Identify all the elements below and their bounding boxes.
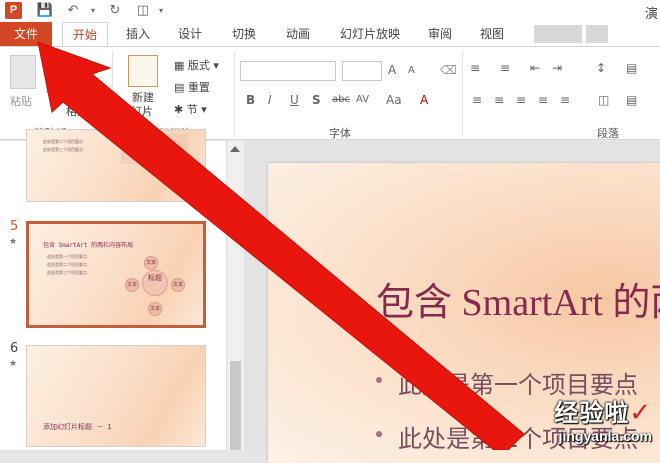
tab-insert[interactable]: 插入 [116,22,160,46]
watermark-text: 经验啦✓ [554,393,652,428]
font-name-select[interactable] [240,61,336,81]
thumbnail-title: 添加幻灯片标题 － 1 [43,423,112,431]
tab-file[interactable]: 文件 [0,22,52,46]
scrollbar-thumb[interactable] [230,361,241,450]
redo-icon[interactable]: ↻ [106,2,124,20]
tab-animations[interactable]: 动画 [276,22,320,46]
section-label: 节 [186,103,198,116]
slide-title[interactable]: 包含 SmartArt 的两栏内容布局 [376,271,660,326]
shrink-font-icon[interactable]: A [408,65,415,76]
watermark: 经验啦✓ jingyanla.com [554,393,652,444]
tab-view[interactable]: 视图 [470,22,514,46]
bold-button[interactable]: B [246,93,255,107]
underline-button[interactable]: U [290,93,299,107]
tab-slideshow[interactable]: 幻灯片放映 [334,22,406,46]
paragraph-group-label: 段落 [597,127,619,140]
format-painter-button[interactable]: 格式 [66,103,88,119]
font-group-label: 字体 [329,127,351,140]
bullet-dot-icon [376,431,382,437]
thumbnail-bullet: 此处是第二个项目要点 [47,262,87,267]
thumbnail-bullet: 此处是第三个项目要点 [47,270,87,275]
layout-button[interactable]: ▦ 版式 ▾ [174,57,219,73]
thumbnail-shape [121,134,187,164]
undo-dropdown-icon[interactable]: ▾ [84,2,102,20]
bullet-dot-icon [376,377,382,383]
change-case-button[interactable]: Aa [386,93,402,107]
smartart-node: 文本 [125,278,139,292]
reset-button[interactable]: ▤ 重置 [174,79,210,95]
font-color-button[interactable]: A [420,93,428,107]
tab-hidden-2 [586,25,608,43]
bullets-icon[interactable]: ≡ [470,61,480,75]
clear-formatting-icon[interactable]: ⌫ [440,63,457,77]
character-spacing-button[interactable]: AV [356,94,369,105]
strikethrough-button[interactable]: abc [332,94,350,105]
font-size-select[interactable] [342,61,382,81]
reset-label: 重置 [187,81,210,94]
tab-home[interactable]: 开始 [62,22,108,47]
watermark-check-icon: ✓ [629,398,652,428]
new-slide-icon[interactable] [128,55,158,87]
thumbnail-bullet: 此处是第二个项目要点 [43,139,83,144]
numbering-icon[interactable]: ≡ [500,61,510,75]
thumbnail-bullet: 此处是第三个项目要点 [43,147,83,152]
align-right-icon[interactable]: ≡ [516,93,526,107]
watermark-url: jingyanla.com [558,428,652,444]
ribbon-tabs: 文件 开始 插入 设计 切换 动画 幻灯片放映 审阅 视图 [0,22,660,47]
tab-hidden [534,25,582,43]
group-divider [112,51,113,137]
copy-button[interactable]: 复 [46,79,57,95]
justify-icon[interactable]: ≡ [538,93,548,107]
tab-transitions[interactable]: 切换 [222,22,266,46]
customize-toolbar-icon[interactable]: ▾ [152,2,170,20]
window-title: 演 [644,7,658,22]
text-direction-icon[interactable]: ▤ [626,61,637,75]
slide-thumbnail-5[interactable]: 包含 SmartArt 的两栏内容布局 此处是第一个项目要点 此处是第二个项目要… [26,221,206,328]
tab-review[interactable]: 审阅 [418,22,462,46]
thumbnail-title: 包含 SmartArt 的两栏内容布局 [43,242,134,249]
transition-star-icon: ★ [9,359,18,369]
presentation-icon[interactable]: ◫ [134,2,152,20]
cut-button[interactable]: 剪切 [66,55,88,71]
ribbon: 粘贴 剪切 复 格式 剪贴板 新建 幻灯片 ▦ 版式 ▾ ▤ 重置 ✱ 节 ▾ … [0,46,660,140]
text-shadow-button[interactable]: S [312,93,321,107]
italic-button[interactable]: I [268,93,272,107]
undo-icon[interactable]: ↶ [64,2,82,20]
grow-font-icon[interactable]: A [388,63,396,77]
slide-thumbnail-4[interactable]: 此处是第二个项目要点 此处是第三个项目要点 [26,129,206,202]
thumbnail-scrollbar[interactable] [226,141,244,450]
smartart-center: 标题 [142,270,168,296]
new-slide-label-2[interactable]: 幻灯片 [120,103,153,119]
section-button[interactable]: ✱ 节 ▾ [174,101,207,117]
slide-number-6: 6 [10,341,19,356]
distributed-icon[interactable]: ≡ [560,93,570,107]
align-center-icon[interactable]: ≡ [494,93,504,107]
slide-thumbnail-6[interactable]: 添加幻灯片标题 － 1 [26,345,206,447]
increase-indent-icon[interactable]: ⇥ [552,61,562,75]
group-divider [462,51,463,137]
decrease-indent-icon[interactable]: ⇤ [530,61,540,75]
paste-icon[interactable] [10,55,36,89]
smartart-node: 文本 [171,278,185,292]
smartart-node: 文本 [148,302,162,316]
tab-design[interactable]: 设计 [168,22,212,46]
align-text-icon[interactable]: ▤ [626,93,637,107]
group-divider [234,51,235,137]
paste-button[interactable]: 粘贴 [10,93,32,109]
scroll-up-icon[interactable] [230,146,240,152]
watermark-main: 经验啦 [554,399,630,427]
slide-thumbnail-pane: 此处是第二个项目要点 此处是第三个项目要点 5 ★ 包含 SmartArt 的两… [0,129,226,450]
columns-icon[interactable]: ◫ [598,93,609,107]
thumbnail-bullet: 此处是第一个项目要点 [47,254,87,259]
align-left-icon[interactable]: ≡ [472,93,482,107]
line-spacing-icon[interactable]: ↕ [596,61,606,75]
quick-access-toolbar: P 💾 ↶ ▾ ↻ ◫ ▾ 演 [0,0,660,22]
slide-number-5: 5 [10,219,19,234]
transition-star-icon: ★ [9,237,18,247]
layout-label: 版式 [187,59,210,72]
powerpoint-logo-icon: P [5,2,22,19]
save-icon[interactable]: 💾 [36,2,54,20]
smartart-node: 文本 [144,256,158,270]
